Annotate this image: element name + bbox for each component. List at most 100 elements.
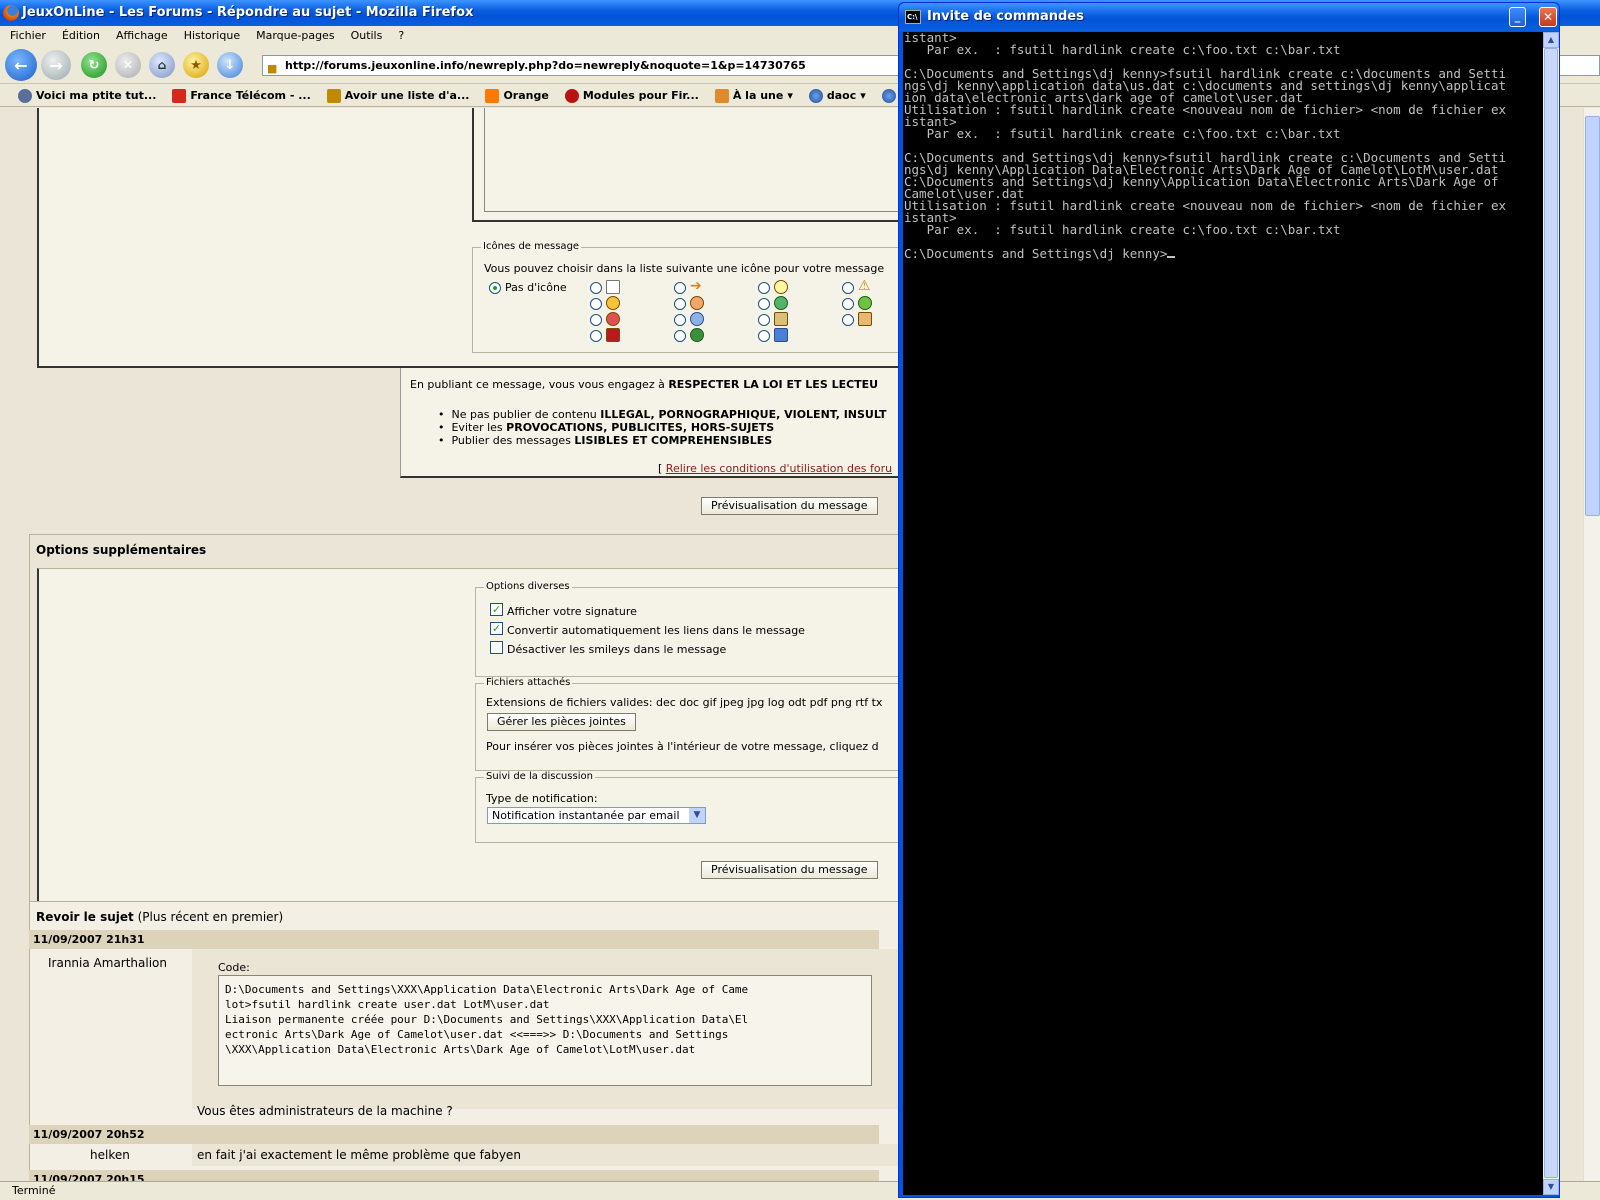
notification-type-value: Notification instantanée par email <box>492 809 680 822</box>
menu-marque-pages[interactable]: Marque-pages <box>248 26 342 46</box>
no-icon-label: Pas d'icône <box>505 281 567 294</box>
trophy-icon <box>606 328 620 342</box>
happy-smiley-icon <box>858 296 872 310</box>
bookmark-favicon-icon <box>564 88 579 103</box>
bookmark-favicon-icon <box>326 88 341 103</box>
no-icon-radio[interactable] <box>489 282 501 294</box>
icon-radio[interactable] <box>758 314 770 326</box>
forward-arrow-icon[interactable]: → <box>41 50 71 80</box>
bookmark-item[interactable]: Voici ma ptite tut... <box>0 85 164 106</box>
signature-checkbox[interactable]: ✓ <box>490 603 503 616</box>
bookmark-favicon-icon <box>172 88 187 103</box>
thread-follow-legend: Suivi de la discussion <box>484 771 595 782</box>
command-prompt-window: C:\ Invite de commandes _ ✕ istant> Par … <box>898 2 1560 1198</box>
bookmark-item[interactable]: Orange <box>477 85 556 106</box>
url-text: http://forums.jeuxonline.info/newreply.p… <box>285 59 806 72</box>
reload-icon[interactable]: ↻ <box>81 52 107 78</box>
extra-options-title: Options supplémentaires <box>36 543 207 557</box>
insert-attachments-text: Pour insérer vos pièces jointes à l'inté… <box>486 740 879 753</box>
valid-extensions-text: Extensions de fichiers valides: dec doc … <box>486 696 883 709</box>
review-topic-header: Revoir le sujet (Plus récent en premier) <box>36 910 284 924</box>
manage-attachments-button[interactable]: Gérer les pièces jointes <box>487 713 636 731</box>
notification-type-select[interactable]: Notification instantanée par email ▼ <box>487 807 706 824</box>
home-icon[interactable]: ⌂ <box>149 52 175 78</box>
menu-fichier[interactable]: Fichier <box>2 26 54 46</box>
bookmark-item[interactable]: daoc ▾ <box>801 85 874 106</box>
bookmark-item[interactable]: Modules pour Fir... <box>557 85 707 106</box>
text-cursor <box>1167 256 1176 258</box>
back-arrow-icon[interactable]: ← <box>5 49 37 81</box>
post-text: Vous êtes administrateurs de la machine … <box>197 1104 453 1118</box>
cmd-window-title: Invite de commandes <box>927 9 1084 24</box>
message-icons-legend: Icônes de message <box>481 241 582 252</box>
menu-affichage[interactable]: Affichage <box>108 26 176 46</box>
menu-historique[interactable]: Historique <box>176 26 248 46</box>
icon-radio[interactable] <box>590 282 602 294</box>
icon-radio[interactable] <box>590 314 602 326</box>
icon-radio[interactable] <box>674 282 686 294</box>
icon-radio[interactable] <box>758 282 770 294</box>
auto-links-checkbox[interactable]: ✓ <box>490 622 503 635</box>
icon-radio[interactable] <box>842 282 854 294</box>
thumbs-icon <box>858 312 872 326</box>
rules-item: • Ne pas publier de contenu ILLEGAL, POR… <box>438 408 887 421</box>
cool-smiley-icon <box>606 296 620 310</box>
icon-radio[interactable] <box>674 330 686 342</box>
firefox-window-title: JeuxOnLine - Les Forums - Répondre au su… <box>22 5 474 20</box>
bookmark-star-icon[interactable]: ★ <box>183 52 209 78</box>
cmd-scrollbar[interactable]: ▲ ▼ <box>1543 32 1559 1195</box>
minimize-button[interactable]: _ <box>1509 7 1526 27</box>
post-date: 11/09/2007 21h31 <box>29 930 879 949</box>
preview-button[interactable]: Prévisualisation du message <box>701 861 878 879</box>
rss-icon <box>714 88 729 103</box>
misc-options-legend: Options diverses <box>484 581 572 592</box>
icon-radio[interactable] <box>758 298 770 310</box>
disable-smileys-checkbox[interactable] <box>490 641 503 654</box>
message-textarea[interactable] <box>472 108 904 222</box>
menu-outils[interactable]: Outils <box>343 26 391 46</box>
firefox-logo-icon <box>3 5 19 21</box>
scroll-down-icon[interactable]: ▼ <box>1543 1179 1559 1195</box>
stop-icon[interactable]: ✕ <box>115 52 141 78</box>
scroll-up-icon[interactable]: ▲ <box>1543 32 1559 48</box>
orange-logo-icon <box>485 88 500 103</box>
bookmark-item[interactable]: À la une ▾ <box>707 85 801 106</box>
rules-item: • Eviter les PROVOCATIONS, PUBLICITES, H… <box>438 421 775 434</box>
tree-icon <box>690 328 704 342</box>
cmd-title-bar[interactable]: C:\ Invite de commandes <box>899 3 1559 31</box>
post-author[interactable]: helken <box>90 1148 130 1162</box>
close-button[interactable]: ✕ <box>1539 7 1557 27</box>
icon-radio[interactable] <box>758 330 770 342</box>
icon-radio[interactable] <box>590 298 602 310</box>
globe-icon <box>881 88 896 103</box>
pencil-icon <box>774 312 788 326</box>
cmd-icon: C:\ <box>905 10 921 24</box>
menu-edition[interactable]: Édition <box>54 26 108 46</box>
chevron-down-icon: ▾ <box>787 89 793 102</box>
page-scrollbar[interactable] <box>1583 108 1600 1181</box>
icon-radio[interactable] <box>842 298 854 310</box>
icon-radio[interactable] <box>842 314 854 326</box>
terms-link-wrapper: [ Relire les conditions d'utilisation de… <box>658 462 893 475</box>
arrow-right-icon: ➔ <box>690 278 702 294</box>
icon-radio[interactable] <box>674 298 686 310</box>
warning-icon: ⚠ <box>858 278 871 294</box>
bookmark-item[interactable]: Avoir une liste d'a... <box>319 85 478 106</box>
page-scrollbar-thumb[interactable] <box>1585 116 1600 516</box>
post-date: 11/09/2007 20h52 <box>29 1125 879 1144</box>
icon-radio[interactable] <box>590 330 602 342</box>
post-author[interactable]: Irannia Amarthalion <box>48 956 167 970</box>
console-output[interactable]: istant> Par ex. : fsutil hardlink create… <box>903 32 1543 1195</box>
bookmark-item[interactable]: France Télécom - ... <box>164 85 318 106</box>
auto-links-label: Convertir automatiquement les liens dans… <box>507 624 805 637</box>
download-icon[interactable]: ↓ <box>217 52 243 78</box>
preview-button[interactable]: Prévisualisation du message <box>701 497 878 515</box>
smile-icon <box>690 296 704 310</box>
lightbulb-icon <box>774 280 788 294</box>
menu-aide[interactable]: ? <box>390 26 412 46</box>
terms-link[interactable]: Relire les conditions d'utilisation des … <box>666 462 892 475</box>
disable-smileys-label: Désactiver les smileys dans le message <box>507 643 727 656</box>
cmd-scrollbar-thumb[interactable] <box>1544 48 1558 1178</box>
icon-radio[interactable] <box>674 314 686 326</box>
message-icons-description: Vous pouvez choisir dans la liste suivan… <box>484 262 885 275</box>
